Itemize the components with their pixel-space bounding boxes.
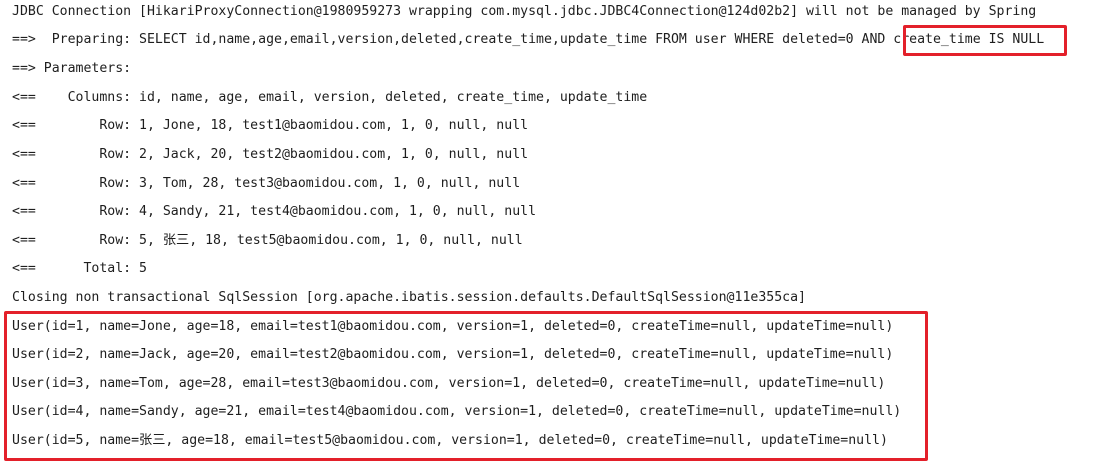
- user-output-line: User(id=3, name=Tom, age=28, email=test3…: [12, 376, 886, 391]
- preparing-sql-text: ==> Preparing: SELECT id,name,age,email,…: [12, 32, 894, 47]
- user-output-line: User(id=2, name=Jack, age=20, email=test…: [12, 347, 894, 362]
- log-line-columns: <== Columns: id, name, age, email, versi…: [12, 90, 648, 105]
- user-output-line: User(id=4, name=Sandy, age=21, email=tes…: [12, 404, 902, 419]
- log-line-row: <== Row: 1, Jone, 18, test1@baomidou.com…: [12, 118, 529, 133]
- log-line-preparing: ==> Preparing: SELECT id,name,age,email,…: [12, 30, 1044, 50]
- user-output-line: User(id=1, name=Jone, age=18, email=test…: [12, 319, 894, 334]
- log-line-closing-session: Closing non transactional SqlSession [or…: [12, 290, 806, 305]
- log-line-parameters: ==> Parameters:: [12, 61, 140, 76]
- log-line-row: <== Row: 2, Jack, 20, test2@baomidou.com…: [12, 147, 529, 162]
- log-line-row: <== Row: 4, Sandy, 21, test4@baomidou.co…: [12, 204, 537, 219]
- console-output: JDBC Connection [HikariProxyConnection@1…: [0, 0, 1115, 463]
- sql-highlighted-condition: create_time IS NULL: [893, 32, 1045, 47]
- user-output-line: User(id=5, name=张三, age=18, email=test5@…: [12, 433, 888, 448]
- log-line-jdbc-connection: JDBC Connection [HikariProxyConnection@1…: [12, 4, 1037, 19]
- log-line-row: <== Row: 5, 张三, 18, test5@baomidou.com, …: [12, 233, 523, 248]
- log-line-row: <== Row: 3, Tom, 28, test3@baomidou.com,…: [12, 176, 521, 191]
- log-line-total: <== Total: 5: [12, 261, 147, 276]
